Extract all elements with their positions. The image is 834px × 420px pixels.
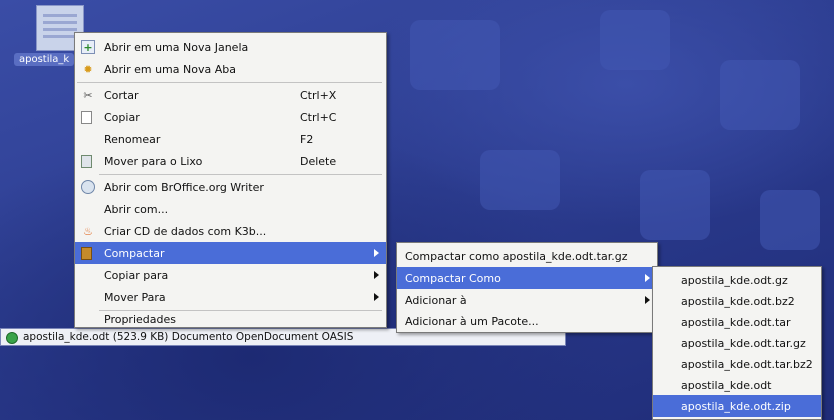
menu-item-label: Mover Para (104, 290, 166, 304)
menu-item-adicionar-pacote[interactable]: Adicionar à um Pacote... (397, 311, 657, 331)
menu-item-label: Cortar (104, 88, 139, 102)
submenu-arrow-icon (374, 293, 379, 301)
menu-item-label: Compactar como apostila_kde.odt.tar.gz (405, 249, 628, 263)
menu-item-label: Abrir em uma Nova Aba (104, 62, 236, 76)
menu-shortcut: F2 (300, 132, 314, 146)
wallpaper-puzzle-piece (480, 150, 560, 210)
menu-shortcut: Ctrl+X (300, 88, 337, 102)
menu-item-label: Compactar Como (405, 271, 501, 285)
menu-item-rename[interactable]: Renomear F2 (75, 128, 386, 150)
archive-icon (81, 246, 92, 260)
menu-item-open-with[interactable]: Abrir com... (75, 198, 386, 220)
submenu-arrow-icon (645, 274, 650, 282)
desktop-icon-label[interactable]: apostila_k (14, 53, 75, 66)
menu-item-format-tar-bz2[interactable]: apostila_kde.odt.tar.bz2 (653, 353, 821, 375)
menu-item-format-tar-gz[interactable]: apostila_kde.odt.tar.gz (653, 332, 821, 354)
writer-icon (81, 180, 95, 194)
wallpaper-puzzle-piece (410, 20, 500, 90)
status-icon (6, 332, 18, 344)
menu-item-label: Adicionar à um Pacote... (405, 314, 539, 328)
copy-icon (81, 110, 92, 124)
document-line (43, 21, 77, 24)
menu-item-copy[interactable]: Copiar Ctrl+C (75, 106, 386, 128)
trash-icon (81, 154, 92, 168)
submenu-arrow-icon (374, 249, 379, 257)
menu-item-label: Propriedades (104, 312, 176, 326)
menu-item-format-tar[interactable]: apostila_kde.odt.tar (653, 311, 821, 333)
menu-item-label: apostila_kde.odt.gz (681, 273, 788, 287)
menu-shortcut: Ctrl+C (300, 110, 337, 124)
menu-item-compactar-como[interactable]: Compactar Como (397, 267, 657, 289)
menu-item-label: apostila_kde.odt (681, 378, 772, 392)
menu-item-format-bz2[interactable]: apostila_kde.odt.bz2 (653, 290, 821, 312)
wallpaper-puzzle-piece (600, 10, 670, 70)
menu-separator (77, 82, 382, 83)
submenu-arrow-icon (645, 296, 650, 304)
menu-item-properties[interactable]: Propriedades (75, 310, 386, 328)
menu-item-label: Mover para o Lixo (104, 154, 203, 168)
menu-item-label: Criar CD de dados com K3b... (104, 224, 267, 238)
menu-item-format-gz[interactable]: apostila_kde.odt.gz (653, 269, 821, 291)
menu-item-label: Renomear (104, 132, 161, 146)
compactar-como-submenu: apostila_kde.odt.gz apostila_kde.odt.bz2… (652, 266, 822, 420)
context-menu: + Abrir em uma Nova Janela ✹ Abrir em um… (74, 32, 387, 328)
menu-item-open-with-writer[interactable]: Abrir com BrOffice.org Writer (75, 176, 386, 198)
wallpaper-puzzle-piece (760, 190, 820, 250)
submenu-arrow-icon (374, 271, 379, 279)
k3b-icon: ♨ (83, 224, 93, 238)
menu-separator (99, 174, 382, 175)
new-tab-icon: ✹ (83, 62, 93, 76)
wallpaper-puzzle-piece (720, 60, 800, 130)
menu-item-label: apostila_kde.odt.bz2 (681, 294, 795, 308)
menu-item-label: Abrir em uma Nova Janela (104, 40, 249, 54)
menu-item-open-new-window[interactable]: + Abrir em uma Nova Janela (75, 36, 386, 58)
menu-item-label: Copiar para (104, 268, 169, 282)
menu-shortcut: Delete (300, 154, 337, 168)
menu-item-label: apostila_kde.odt.zip (681, 399, 791, 413)
menu-item-k3b-data-cd[interactable]: ♨ Criar CD de dados com K3b... (75, 220, 386, 242)
menu-item-compactar[interactable]: Compactar (75, 242, 386, 264)
menu-item-label: Compactar (104, 246, 165, 260)
menu-item-format-zip[interactable]: apostila_kde.odt.zip (653, 395, 821, 417)
menu-item-format-odt[interactable]: apostila_kde.odt (653, 374, 821, 396)
menu-item-label: apostila_kde.odt.tar.gz (681, 336, 806, 350)
menu-item-label: Copiar (104, 110, 140, 124)
menu-item-label: Abrir com... (104, 202, 169, 216)
statusbar-text: apostila_kde.odt (523.9 KB) Documento Op… (23, 331, 354, 343)
document-line (43, 35, 77, 38)
menu-item-adicionar-a[interactable]: Adicionar à (397, 289, 657, 311)
menu-item-copy-to[interactable]: Copiar para (75, 264, 386, 286)
menu-item-label: apostila_kde.odt.tar (681, 315, 791, 329)
menu-item-move-to[interactable]: Mover Para (75, 286, 386, 308)
menu-item-open-new-tab[interactable]: ✹ Abrir em uma Nova Aba (75, 58, 386, 80)
menu-item-compact-as-tar-gz[interactable]: Compactar como apostila_kde.odt.tar.gz (397, 245, 657, 267)
new-window-icon: + (81, 40, 95, 54)
cut-icon: ✂ (83, 88, 93, 102)
wallpaper-puzzle-piece (640, 170, 710, 240)
document-line (43, 14, 77, 17)
compactar-submenu: Compactar como apostila_kde.odt.tar.gz C… (396, 242, 658, 333)
menu-item-label: apostila_kde.odt.tar.bz2 (681, 357, 813, 371)
document-line (43, 28, 77, 31)
menu-item-label: Adicionar à (405, 293, 467, 307)
menu-item-move-to-trash[interactable]: Mover para o Lixo Delete (75, 150, 386, 172)
menu-item-label: Abrir com BrOffice.org Writer (104, 180, 264, 194)
menu-item-cut[interactable]: ✂ Cortar Ctrl+X (75, 84, 386, 106)
